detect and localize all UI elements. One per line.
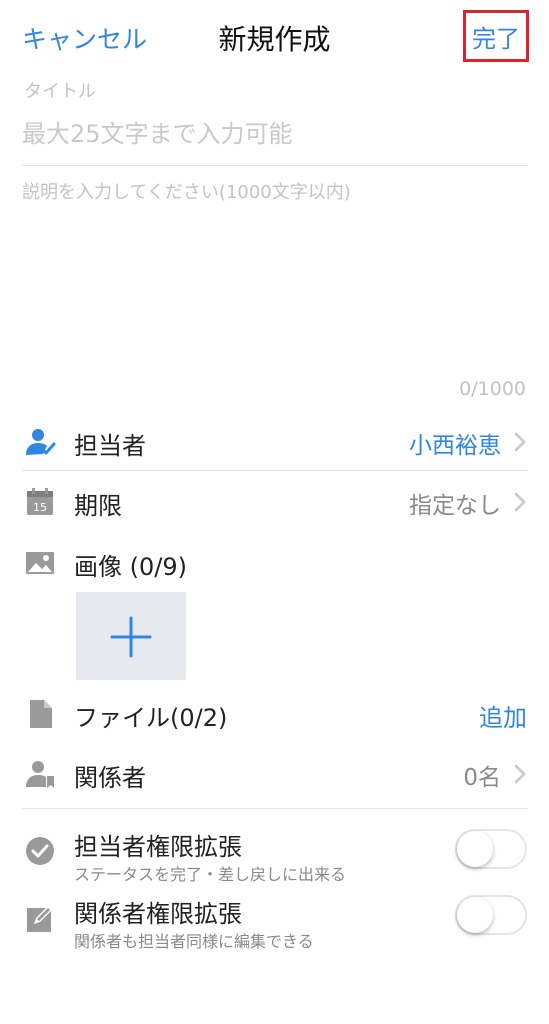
related-label: 関係者 [74,764,146,792]
image-icon [26,552,54,574]
related-permission-label: 関係者権限拡張 [74,900,242,928]
chevron-right-icon [514,432,526,452]
plus-icon [110,616,152,658]
calendar-icon: 15 [27,488,53,515]
assignee-permission-toggle[interactable] [455,829,527,869]
description-input[interactable] [22,178,527,368]
assignee-value: 小西裕恵 [409,433,501,459]
files-label: ファイル(0/2) [74,704,228,732]
toggle-knob [457,897,493,933]
related-permission-description: 関係者も担当者同様に編集できる [74,932,314,951]
deadline-row[interactable]: 15 期限 指定なし [0,473,549,529]
person-bookmark-icon [26,761,54,788]
related-value: 0名 [463,765,501,791]
divider [22,165,528,166]
done-button[interactable]: 完了 [463,10,529,62]
deadline-value: 指定なし [409,493,501,519]
related-permission-toggle[interactable] [455,895,527,935]
related-row[interactable]: 関係者 0名 [0,745,549,801]
divider [22,470,528,471]
files-row: ファイル(0/2) [0,685,549,741]
edit-icon [27,905,53,932]
chevron-right-icon [514,764,526,784]
assignee-permission-description: ステータスを完了・差し戻しに出来る [74,865,347,884]
images-label: 画像 (0/9) [74,553,187,581]
person-check-icon [26,429,56,455]
title-field-label: タイトル [24,81,96,102]
cancel-button[interactable]: キャンセル [22,20,147,56]
nav-bar: キャンセル 新規作成 完了 [0,0,549,76]
check-circle-icon [26,837,54,865]
assignee-row[interactable]: 担当者 小西裕恵 [0,413,549,469]
file-icon [30,700,52,728]
add-file-button[interactable]: 追加 [479,698,527,733]
images-row: 画像 (0/9) [0,534,549,590]
add-image-button[interactable] [76,592,186,680]
chevron-right-icon [514,492,526,512]
done-button-label: 完了 [472,24,520,53]
calendar-icon-day: 15 [33,501,47,514]
divider [22,808,528,809]
title-input[interactable] [22,112,527,156]
description-counter: 0/1000 [459,378,526,400]
assignee-label: 担当者 [74,432,146,460]
deadline-label: 期限 [74,492,122,520]
toggle-knob [457,831,493,867]
assignee-permission-label: 担当者権限拡張 [74,833,242,861]
